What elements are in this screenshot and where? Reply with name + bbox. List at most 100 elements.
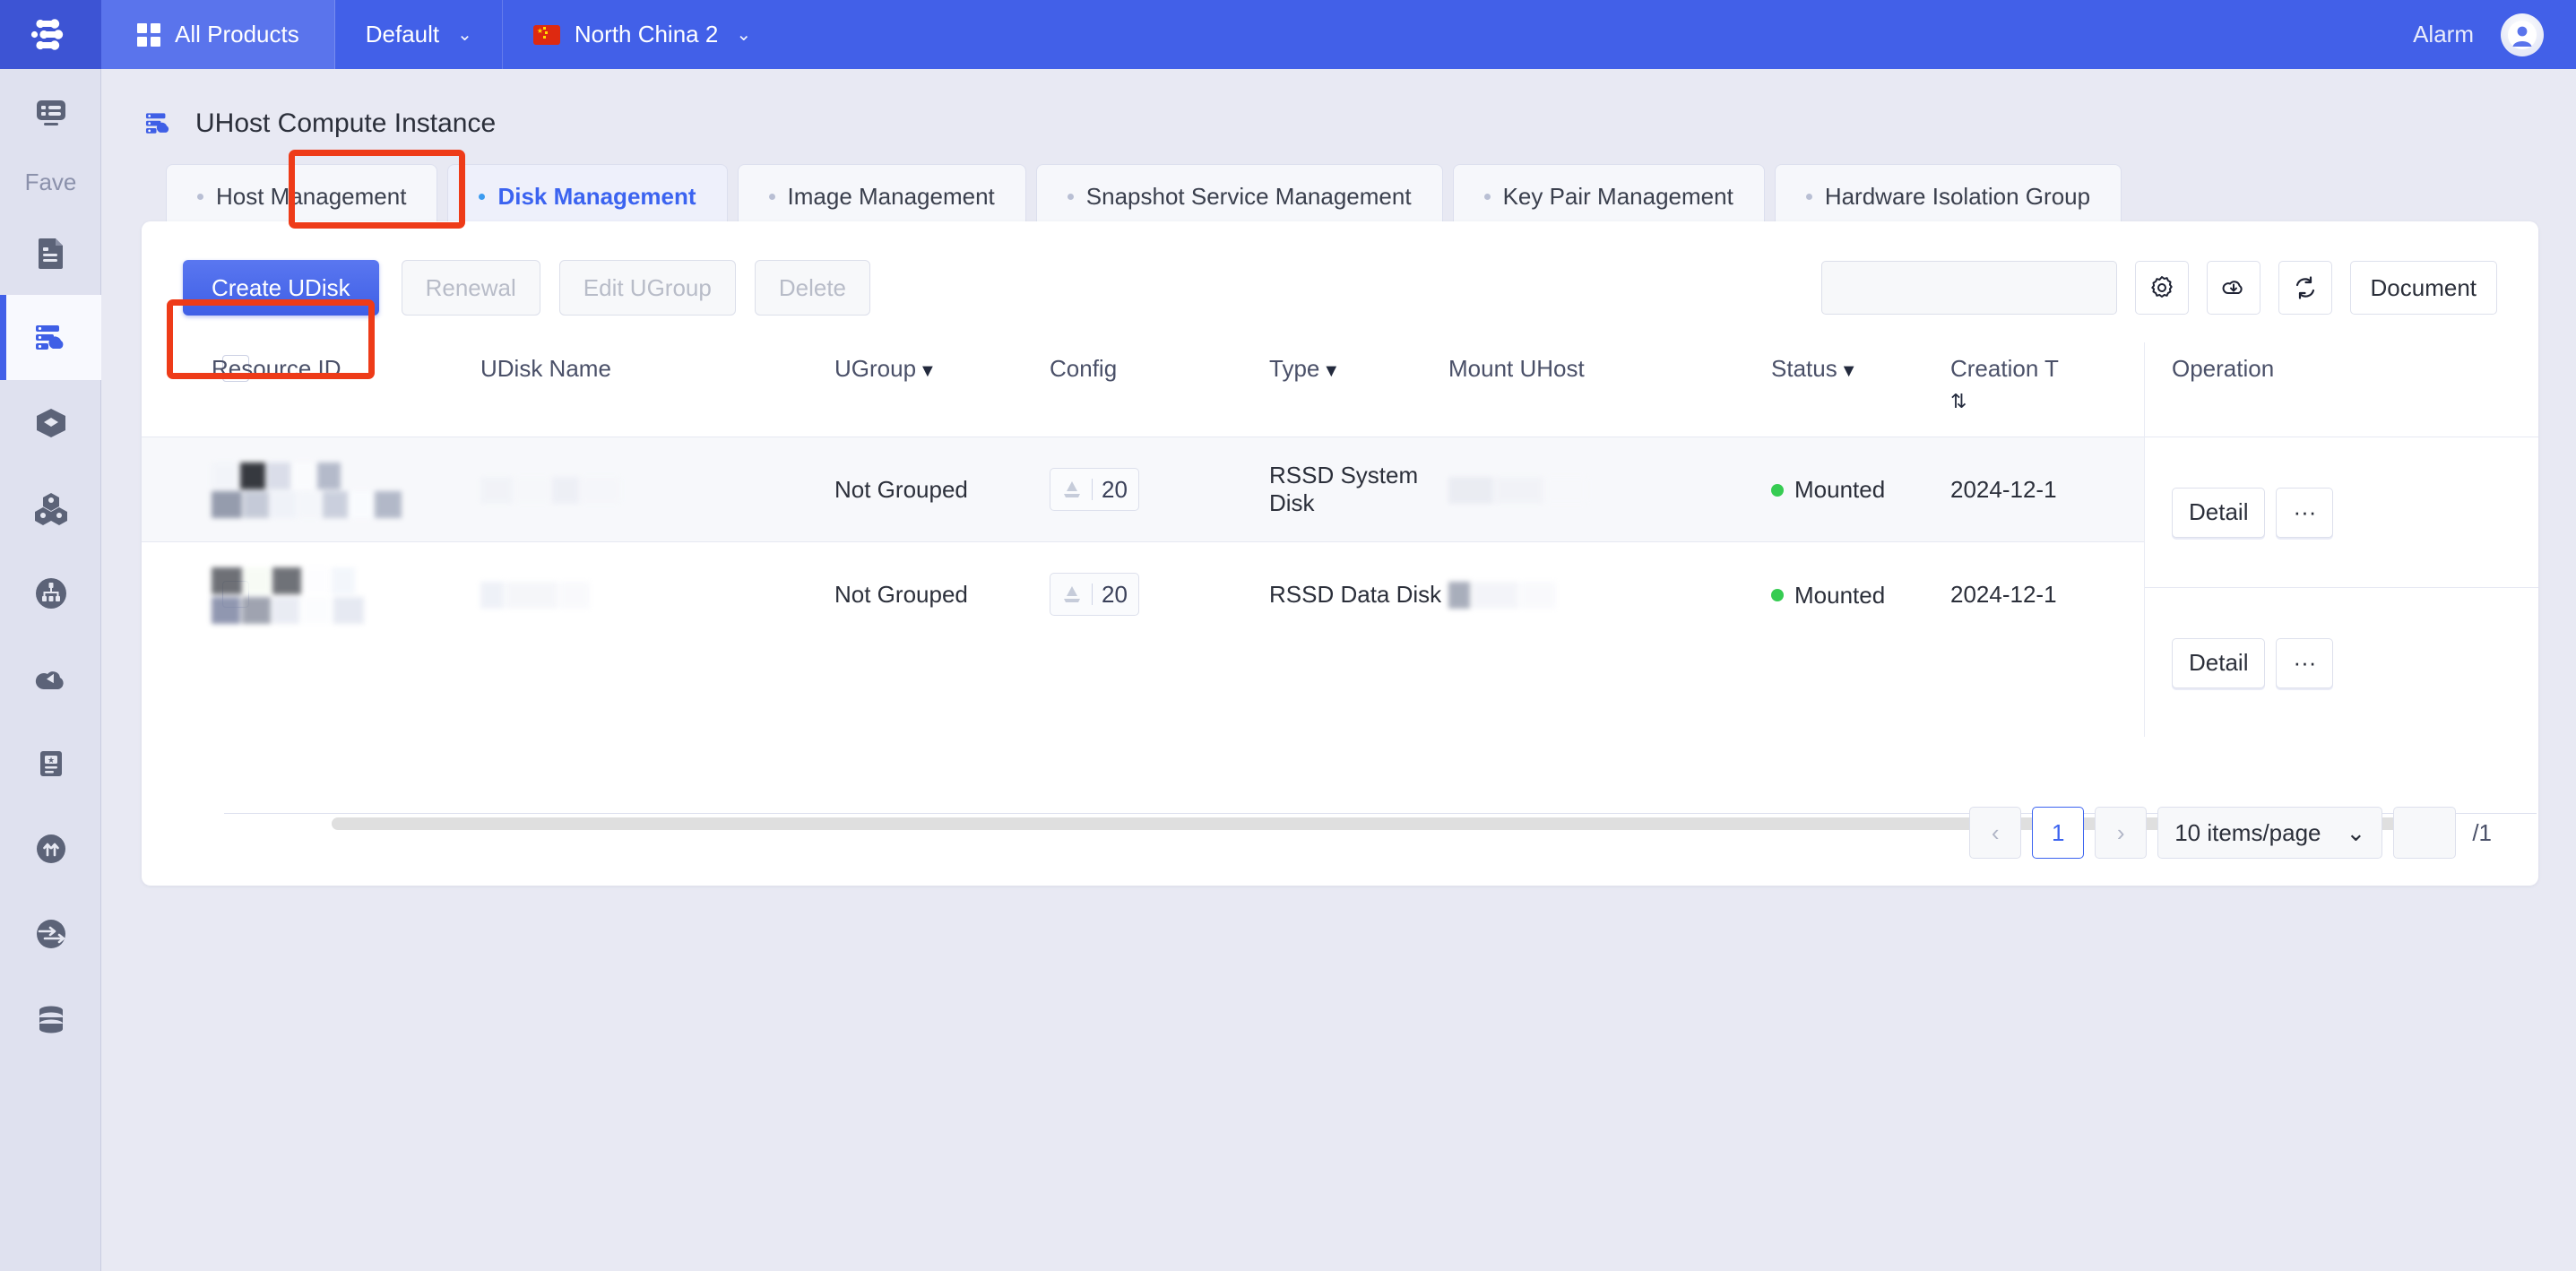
database-icon: [39, 1006, 63, 1033]
delete-button[interactable]: Delete: [754, 260, 870, 316]
detail-button[interactable]: Detail: [2172, 487, 2266, 538]
config-separator: [1092, 479, 1093, 501]
tab-disk-management[interactable]: Disk Management: [447, 164, 728, 229]
operation-cell: Detail ···: [2145, 587, 2538, 738]
more-actions-button[interactable]: ···: [2276, 487, 2334, 538]
ucloud-logo-icon: [30, 18, 63, 50]
filter-icon[interactable]: ▼: [1322, 361, 1340, 381]
redacted-udisk-name: [480, 475, 622, 505]
redacted-resource-id: [212, 566, 366, 624]
tab-label: Key Pair Management: [1502, 183, 1733, 210]
sidebar-item-document[interactable]: [0, 210, 101, 295]
operation-buttons: Detail ···: [2172, 637, 2334, 688]
status-dot-icon: [1771, 589, 1784, 602]
sidebar-item-scaling[interactable]: [0, 806, 101, 891]
region-selector[interactable]: ★ North China 2 ⌄: [503, 0, 782, 69]
cell-udisk-name: [480, 436, 834, 542]
tab-label: Hardware Isolation Group: [1824, 183, 2091, 210]
next-page-button[interactable]: ›: [2095, 807, 2148, 859]
column-status-label: Status: [1771, 355, 1837, 382]
column-ugroup[interactable]: UGroup ▼: [834, 342, 1050, 437]
sidebar-item-network[interactable]: [0, 550, 101, 636]
tab-label: Image Management: [787, 183, 995, 210]
tab-snapshot-service-management[interactable]: Snapshot Service Management: [1035, 164, 1443, 229]
sidebar-item-transfer[interactable]: [0, 891, 101, 976]
detail-button[interactable]: Detail: [2172, 637, 2266, 688]
create-udisk-button[interactable]: Create UDisk: [183, 260, 379, 316]
filter-icon[interactable]: ▼: [919, 361, 937, 381]
cell-ugroup: Not Grouped: [834, 436, 1050, 542]
config-value: 20: [1102, 475, 1128, 503]
download-button[interactable]: [2206, 261, 2260, 315]
tab-dot-icon: [479, 194, 486, 200]
status-badge: Mounted: [1771, 582, 1885, 610]
sidebar-item-cluster[interactable]: [0, 465, 101, 550]
more-actions-button[interactable]: ···: [2276, 637, 2334, 688]
avatar[interactable]: [2501, 13, 2544, 56]
column-udisk-name: UDisk Name: [480, 355, 611, 382]
tab-hardware-isolation-group[interactable]: Hardware Isolation Group: [1774, 164, 2122, 229]
cloud-download-icon: [2222, 281, 2243, 295]
settings-button[interactable]: [2134, 261, 2189, 315]
filter-icon[interactable]: ▼: [1840, 361, 1858, 381]
prev-page-button[interactable]: ‹: [1969, 807, 2022, 859]
cell-resource-id: [212, 436, 480, 542]
page-size-select[interactable]: 10 items/page ⌄: [2157, 807, 2383, 859]
cell-udisk-name: [480, 541, 834, 647]
column-status[interactable]: Status ▼: [1771, 342, 1950, 437]
status-dot-icon: [1771, 483, 1784, 497]
sidebar-item-certificate[interactable]: ★: [0, 721, 101, 806]
tab-label: Disk Management: [497, 183, 696, 210]
search-input[interactable]: [1834, 275, 2113, 300]
project-selector[interactable]: Default ⌄: [335, 0, 504, 69]
column-operation-label: Operation: [2172, 355, 2275, 382]
page-header: UHost Compute Instance Host Management D…: [101, 69, 2576, 229]
alarm-link[interactable]: Alarm: [2413, 21, 2474, 48]
tab-key-pair-management[interactable]: Key Pair Management: [1452, 164, 1765, 229]
column-type-label: Type: [1269, 355, 1320, 382]
console-overview-icon: [36, 99, 65, 125]
transfer-arrow-icon: [36, 919, 65, 948]
column-type[interactable]: Type ▼: [1269, 342, 1448, 437]
cell-config: 20: [1050, 436, 1269, 542]
renewal-button[interactable]: Renewal: [401, 260, 540, 316]
document-button[interactable]: Document: [2349, 261, 2497, 315]
tab-dot-icon: [1805, 194, 1812, 200]
tab-bar: Host Management Disk Management Image Ma…: [101, 164, 2576, 229]
page-jump-input[interactable]: [2393, 807, 2457, 859]
operation-cell: Detail ···: [2145, 437, 2538, 587]
operation-column: Operation Detail ··· Detail ···: [2144, 342, 2538, 737]
tab-dot-icon: [1067, 194, 1074, 200]
all-products-menu[interactable]: All Products: [101, 0, 335, 69]
chevron-down-icon: ⌄: [2346, 818, 2366, 846]
cube-icon: [36, 408, 65, 437]
tab-label: Host Management: [216, 183, 407, 210]
brand-logo[interactable]: [0, 0, 101, 69]
redacted-udisk-name: [480, 580, 592, 610]
icon-sidebar: Fave ★: [0, 69, 101, 1271]
svg-text:★: ★: [47, 756, 54, 765]
tab-image-management[interactable]: Image Management: [737, 164, 1026, 229]
refresh-icon: [2295, 276, 2314, 299]
page-number-button[interactable]: 1: [2032, 807, 2085, 859]
sidebar-item-console[interactable]: [0, 69, 101, 154]
sidebar-item-cube[interactable]: [0, 380, 101, 465]
sidebar-item-uhost[interactable]: [0, 295, 101, 380]
sidebar-item-database[interactable]: [0, 976, 101, 1061]
page-title-row: UHost Compute Instance: [101, 69, 2576, 141]
toolbar: Create UDisk Renewal Edit UGroup Delete: [142, 221, 2538, 316]
config-separator: [1092, 584, 1093, 606]
row-select-cell: [142, 541, 249, 647]
page-size-label: 10 items/page: [2174, 818, 2321, 846]
region-label: North China 2: [574, 21, 719, 48]
tab-host-management[interactable]: Host Management: [166, 164, 438, 229]
edit-ugroup-button[interactable]: Edit UGroup: [558, 260, 736, 316]
cell-ugroup: Not Grouped: [834, 541, 1050, 647]
cell-resource-id: [212, 541, 480, 647]
sidebar-item-cloud-drop[interactable]: [0, 636, 101, 721]
refresh-button[interactable]: [2278, 261, 2332, 315]
search-box[interactable]: [1820, 261, 2117, 315]
page-title: UHost Compute Instance: [195, 108, 497, 138]
tab-label: Snapshot Service Management: [1085, 183, 1412, 210]
tab-dot-icon: [1483, 194, 1491, 200]
